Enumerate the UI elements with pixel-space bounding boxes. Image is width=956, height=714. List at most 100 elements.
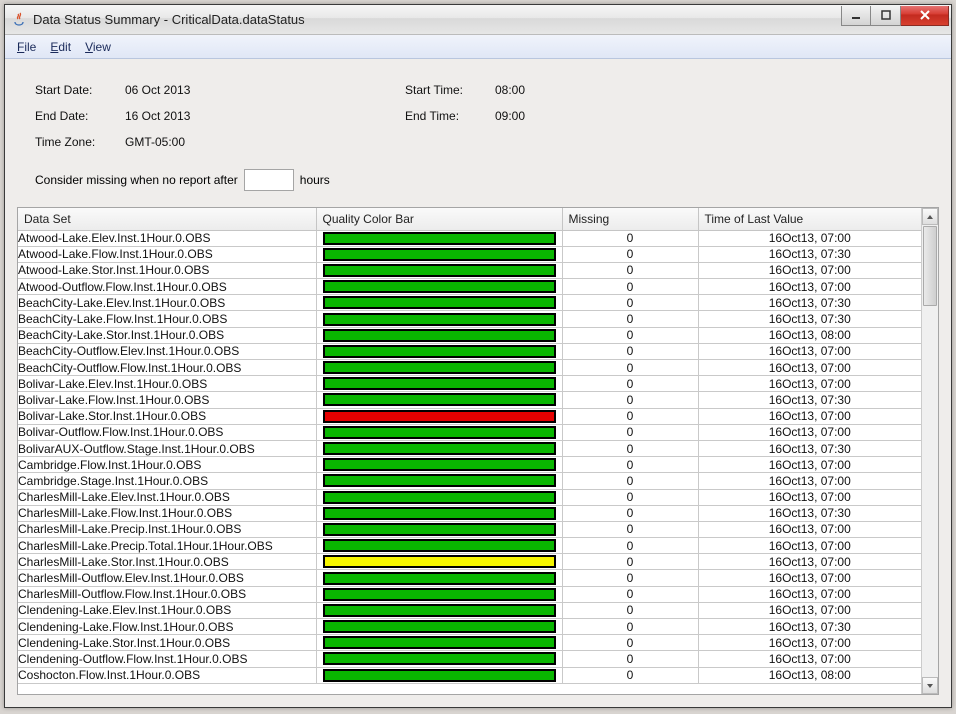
- dataset-cell[interactable]: Clendening-Outflow.Flow.Inst.1Hour.0.OBS: [18, 651, 316, 667]
- dataset-cell[interactable]: Bolivar-Outflow.Flow.Inst.1Hour.0.OBS: [18, 424, 316, 440]
- table-row[interactable]: Atwood-Lake.Flow.Inst.1Hour.0.OBS016Oct1…: [18, 246, 921, 262]
- table-row[interactable]: CharlesMill-Lake.Precip.Inst.1Hour.0.OBS…: [18, 521, 921, 537]
- table-row[interactable]: BeachCity-Lake.Flow.Inst.1Hour.0.OBS016O…: [18, 311, 921, 327]
- table-row[interactable]: Clendening-Lake.Elev.Inst.1Hour.0.OBS016…: [18, 602, 921, 618]
- dataset-cell[interactable]: CharlesMill-Outflow.Elev.Inst.1Hour.0.OB…: [18, 570, 316, 586]
- col-header-quality-bar[interactable]: Quality Color Bar: [316, 208, 562, 230]
- table-row[interactable]: CharlesMill-Lake.Precip.Total.1Hour.1Hou…: [18, 538, 921, 554]
- dataset-cell[interactable]: Cambridge.Stage.Inst.1Hour.0.OBS: [18, 473, 316, 489]
- dataset-cell[interactable]: Atwood-Lake.Elev.Inst.1Hour.0.OBS: [18, 230, 316, 246]
- missing-cell: 0: [562, 327, 698, 343]
- dataset-cell[interactable]: Bolivar-Lake.Flow.Inst.1Hour.0.OBS: [18, 392, 316, 408]
- table-row[interactable]: Atwood-Lake.Stor.Inst.1Hour.0.OBS016Oct1…: [18, 262, 921, 278]
- dataset-cell[interactable]: Atwood-Lake.Flow.Inst.1Hour.0.OBS: [18, 246, 316, 262]
- col-header-missing[interactable]: Missing: [562, 208, 698, 230]
- maximize-button[interactable]: [871, 6, 901, 26]
- quality-color-bar: [323, 555, 556, 568]
- time-last-value-cell: 16Oct13, 07:30: [698, 246, 921, 262]
- quality-color-bar: [323, 296, 556, 309]
- table-row[interactable]: Atwood-Outflow.Flow.Inst.1Hour.0.OBS016O…: [18, 279, 921, 295]
- time-last-value-cell: 16Oct13, 07:00: [698, 570, 921, 586]
- dataset-cell[interactable]: Cambridge.Flow.Inst.1Hour.0.OBS: [18, 457, 316, 473]
- dataset-cell[interactable]: BeachCity-Outflow.Elev.Inst.1Hour.0.OBS: [18, 343, 316, 359]
- table-row[interactable]: Bolivar-Lake.Flow.Inst.1Hour.0.OBS016Oct…: [18, 392, 921, 408]
- quality-color-bar: [323, 669, 556, 682]
- dataset-cell[interactable]: Bolivar-Lake.Elev.Inst.1Hour.0.OBS: [18, 376, 316, 392]
- missing-cell: 0: [562, 360, 698, 376]
- table-row[interactable]: CharlesMill-Lake.Elev.Inst.1Hour.0.OBS01…: [18, 489, 921, 505]
- dataset-cell[interactable]: BeachCity-Lake.Elev.Inst.1Hour.0.OBS: [18, 295, 316, 311]
- dataset-cell[interactable]: Bolivar-Lake.Stor.Inst.1Hour.0.OBS: [18, 408, 316, 424]
- table-row[interactable]: Atwood-Lake.Elev.Inst.1Hour.0.OBS016Oct1…: [18, 230, 921, 246]
- dataset-cell[interactable]: Atwood-Outflow.Flow.Inst.1Hour.0.OBS: [18, 279, 316, 295]
- dataset-cell[interactable]: Clendening-Lake.Flow.Inst.1Hour.0.OBS: [18, 619, 316, 635]
- quality-color-bar: [323, 539, 556, 552]
- table-row[interactable]: Cambridge.Flow.Inst.1Hour.0.OBS016Oct13,…: [18, 457, 921, 473]
- quality-color-bar: [323, 329, 556, 342]
- dataset-cell[interactable]: Clendening-Lake.Elev.Inst.1Hour.0.OBS: [18, 602, 316, 618]
- dataset-cell[interactable]: CharlesMill-Lake.Precip.Total.1Hour.1Hou…: [18, 538, 316, 554]
- quality-color-bar: [323, 426, 556, 439]
- scroll-thumb[interactable]: [923, 226, 937, 306]
- missing-cell: 0: [562, 376, 698, 392]
- dataset-cell[interactable]: Coshocton.Flow.Inst.1Hour.0.OBS: [18, 667, 316, 683]
- quality-bar-cell: [316, 246, 562, 262]
- quality-bar-cell: [316, 230, 562, 246]
- quality-color-bar: [323, 523, 556, 536]
- dataset-cell[interactable]: Atwood-Lake.Stor.Inst.1Hour.0.OBS: [18, 262, 316, 278]
- missing-cell: 0: [562, 392, 698, 408]
- table-row[interactable]: Clendening-Lake.Stor.Inst.1Hour.0.OBS016…: [18, 635, 921, 651]
- minimize-button[interactable]: [841, 6, 871, 26]
- close-button[interactable]: [901, 6, 949, 26]
- window-title: Data Status Summary - CriticalData.dataS…: [33, 12, 841, 27]
- missing-cell: 0: [562, 424, 698, 440]
- scroll-down-button[interactable]: [922, 677, 938, 694]
- table-row[interactable]: CharlesMill-Lake.Stor.Inst.1Hour.0.OBS01…: [18, 554, 921, 570]
- dataset-cell[interactable]: CharlesMill-Lake.Elev.Inst.1Hour.0.OBS: [18, 489, 316, 505]
- vertical-scrollbar[interactable]: [921, 208, 938, 694]
- dataset-cell[interactable]: BolivarAUX-Outflow.Stage.Inst.1Hour.0.OB…: [18, 440, 316, 456]
- table-row[interactable]: Coshocton.Flow.Inst.1Hour.0.OBS016Oct13,…: [18, 667, 921, 683]
- table-row[interactable]: Clendening-Outflow.Flow.Inst.1Hour.0.OBS…: [18, 651, 921, 667]
- dataset-cell[interactable]: CharlesMill-Lake.Stor.Inst.1Hour.0.OBS: [18, 554, 316, 570]
- dataset-cell[interactable]: Clendening-Lake.Stor.Inst.1Hour.0.OBS: [18, 635, 316, 651]
- table-row[interactable]: BeachCity-Outflow.Elev.Inst.1Hour.0.OBS0…: [18, 343, 921, 359]
- menu-edit[interactable]: Edit: [44, 38, 77, 56]
- scroll-up-button[interactable]: [922, 208, 938, 225]
- quality-color-bar: [323, 652, 556, 665]
- table-row[interactable]: CharlesMill-Lake.Flow.Inst.1Hour.0.OBS01…: [18, 505, 921, 521]
- time-last-value-cell: 16Oct13, 07:00: [698, 343, 921, 359]
- table-row[interactable]: BeachCity-Lake.Stor.Inst.1Hour.0.OBS016O…: [18, 327, 921, 343]
- quality-color-bar: [323, 410, 556, 423]
- table-row[interactable]: Bolivar-Lake.Elev.Inst.1Hour.0.OBS016Oct…: [18, 376, 921, 392]
- quality-bar-cell: [316, 667, 562, 683]
- dataset-cell[interactable]: CharlesMill-Lake.Flow.Inst.1Hour.0.OBS: [18, 505, 316, 521]
- dataset-cell[interactable]: BeachCity-Lake.Flow.Inst.1Hour.0.OBS: [18, 311, 316, 327]
- table-row[interactable]: Cambridge.Stage.Inst.1Hour.0.OBS016Oct13…: [18, 473, 921, 489]
- dataset-cell[interactable]: CharlesMill-Outflow.Flow.Inst.1Hour.0.OB…: [18, 586, 316, 602]
- time-last-value-cell: 16Oct13, 07:00: [698, 635, 921, 651]
- quality-bar-cell: [316, 651, 562, 667]
- table-row[interactable]: Bolivar-Outflow.Flow.Inst.1Hour.0.OBS016…: [18, 424, 921, 440]
- consider-missing-hours-input[interactable]: [244, 169, 294, 191]
- dataset-cell[interactable]: CharlesMill-Lake.Precip.Inst.1Hour.0.OBS: [18, 521, 316, 537]
- time-last-value-cell: 16Oct13, 07:00: [698, 602, 921, 618]
- time-last-value-cell: 16Oct13, 07:00: [698, 586, 921, 602]
- table-row[interactable]: Bolivar-Lake.Stor.Inst.1Hour.0.OBS016Oct…: [18, 408, 921, 424]
- col-header-dataset[interactable]: Data Set: [18, 208, 316, 230]
- col-header-time[interactable]: Time of Last Value: [698, 208, 921, 230]
- table-row[interactable]: CharlesMill-Outflow.Elev.Inst.1Hour.0.OB…: [18, 570, 921, 586]
- title-bar[interactable]: Data Status Summary - CriticalData.dataS…: [5, 5, 951, 35]
- menu-file[interactable]: File: [11, 38, 42, 56]
- start-date-label: Start Date:: [35, 83, 125, 97]
- table-row[interactable]: BolivarAUX-Outflow.Stage.Inst.1Hour.0.OB…: [18, 440, 921, 456]
- table-row[interactable]: BeachCity-Outflow.Flow.Inst.1Hour.0.OBS 0…: [18, 360, 921, 376]
- end-time-label: End Time:: [405, 109, 495, 123]
- table-row[interactable]: CharlesMill-Outflow.Flow.Inst.1Hour.0.OB…: [18, 586, 921, 602]
- dataset-cell[interactable]: BeachCity-Lake.Stor.Inst.1Hour.0.OBS: [18, 327, 316, 343]
- menu-view[interactable]: View: [79, 38, 117, 56]
- quality-bar-cell: [316, 619, 562, 635]
- dataset-cell[interactable]: BeachCity-Outflow.Flow.Inst.1Hour.0.OBS: [18, 360, 316, 376]
- table-row[interactable]: Clendening-Lake.Flow.Inst.1Hour.0.OBS016…: [18, 619, 921, 635]
- table-row[interactable]: BeachCity-Lake.Elev.Inst.1Hour.0.OBS016O…: [18, 295, 921, 311]
